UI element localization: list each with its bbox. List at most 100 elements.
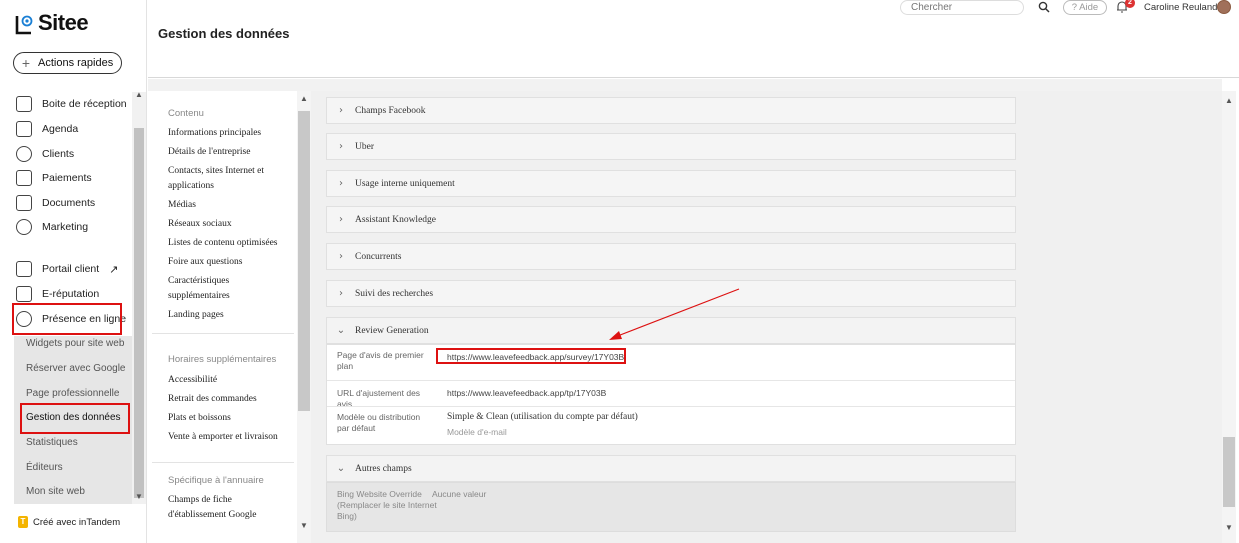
content-link[interactable]: Accessibilité (168, 373, 288, 388)
subitem-editors[interactable]: Éditeurs (26, 462, 63, 473)
external-link-icon: ↗ (109, 263, 119, 276)
notification-badge: 2 (1125, 0, 1135, 8)
content-nav: Contenu Informations principales Détails… (148, 91, 298, 543)
accordion-uber[interactable]: › Uber (326, 133, 1016, 160)
content-section-title: Spécifique à l'annuaire (168, 475, 264, 486)
intandem-icon: T (18, 516, 28, 528)
sidebar-item-marketing[interactable]: Marketing (16, 217, 88, 237)
chevron-down-icon: ⌄ (336, 325, 346, 336)
highlight-survey-url (436, 348, 626, 364)
content-link[interactable]: Médias (168, 198, 288, 213)
sidebar-item-label: Marketing (42, 221, 89, 233)
chevron-right-icon: › (339, 178, 343, 189)
subitem-statistics[interactable]: Statistiques (26, 437, 78, 448)
left-sidebar: Sitee + Actions rapides Boite de récepti… (0, 0, 147, 543)
scroll-up-icon[interactable]: ▲ (300, 94, 308, 103)
chevron-right-icon: › (339, 105, 343, 116)
made-with-intandem[interactable]: T Créé avec inTandem (18, 516, 120, 528)
avatar[interactable] (1217, 0, 1231, 14)
inbox-icon (16, 96, 32, 112)
sidebar-item-client-portal[interactable]: Portail client ↗ (16, 259, 118, 279)
main-panel: › Champs Facebook › Uber › Usage interne… (311, 91, 1222, 543)
chevron-right-icon: › (339, 288, 343, 299)
scroll-down-icon[interactable]: ▼ (1225, 523, 1233, 532)
field-value-link[interactable]: https://www.leavefeedback.app/tp/17Y03B (447, 388, 606, 398)
accordion-label: Review Generation (355, 325, 429, 336)
sidebar-scrollbar[interactable]: ▲ ▼ (132, 90, 146, 504)
annotation-arrow (609, 288, 740, 340)
logo-icon (15, 15, 33, 35)
accordion-other-fields[interactable]: ⌄ Autres champs (326, 455, 1016, 482)
field-label: Page d'avis de premier plan (337, 350, 424, 371)
review-generation-body: Page d'avis de premier plan https://www.… (326, 344, 1016, 445)
content-link[interactable]: Landing pages (168, 308, 288, 323)
content-section-title: Contenu (168, 108, 204, 119)
main-scroll-thumb[interactable] (1223, 437, 1235, 507)
sidebar-item-e-reputation[interactable]: E-réputation (16, 284, 99, 304)
accordion-knowledge-assistant[interactable]: › Assistant Knowledge (326, 206, 1016, 233)
page-title: Gestion des données (158, 26, 290, 41)
accordion-label: Assistant Knowledge (355, 214, 437, 225)
chevron-down-icon: ⌄ (336, 463, 346, 474)
content-link[interactable]: Contacts, sites Internet et applications (168, 164, 288, 194)
content-link[interactable]: Vente à emporter et livraison (168, 430, 288, 445)
section-divider (152, 462, 294, 463)
sidebar-scroll-thumb[interactable] (134, 128, 144, 498)
scroll-up-icon[interactable]: ▲ (1225, 96, 1233, 105)
field-value[interactable]: Aucune valeur (432, 489, 486, 499)
sidebar-item-clients[interactable]: Clients (16, 144, 74, 164)
accordion-competitors[interactable]: › Concurrents (326, 243, 1016, 270)
main-scrollbar[interactable]: ▲ ▼ (1222, 91, 1236, 543)
sidebar-item-label: Documents (42, 197, 96, 209)
target-icon (16, 219, 32, 235)
content-nav-scroll-thumb[interactable] (298, 111, 310, 411)
sidebar-item-documents[interactable]: Documents (16, 193, 95, 213)
content-link[interactable]: Réseaux sociaux (168, 217, 288, 232)
search-input[interactable] (900, 0, 1024, 15)
subitem-widgets[interactable]: Widgets pour site web (26, 338, 124, 349)
section-divider (152, 333, 294, 334)
row-divider (327, 380, 1015, 381)
other-fields-body: Bing Website Override (Remplacer le site… (326, 482, 1016, 532)
document-icon (16, 195, 32, 211)
user-name[interactable]: Caroline Reuland (1144, 2, 1217, 13)
field-label: Bing Website Override (Remplacer le site… (337, 489, 437, 521)
accordion-internal-use[interactable]: › Usage interne uniquement (326, 170, 1016, 197)
subitem-my-website[interactable]: Mon site web (26, 486, 85, 497)
header-band (148, 79, 1222, 91)
reputation-icon (16, 286, 32, 302)
search-icon[interactable] (1038, 1, 1050, 13)
scroll-down-icon[interactable]: ▼ (300, 521, 308, 530)
content-link[interactable]: Foire aux questions (168, 255, 288, 270)
scroll-up-icon[interactable]: ▲ (135, 90, 143, 99)
highlight-data-management (20, 403, 130, 434)
users-icon (16, 146, 32, 162)
accordion-facebook-fields[interactable]: › Champs Facebook (326, 97, 1016, 124)
chevron-right-icon: › (339, 251, 343, 262)
content-link[interactable]: Retrait des commandes (168, 392, 288, 407)
help-button[interactable]: ? Aide (1063, 0, 1107, 15)
chevron-right-icon: › (339, 141, 343, 152)
subitem-reserve-google[interactable]: Réserver avec Google (26, 363, 126, 374)
sidebar-item-payments[interactable]: Paiements (16, 168, 92, 188)
scroll-down-icon[interactable]: ▼ (135, 492, 143, 501)
content-link[interactable]: Listes de contenu optimisées (168, 236, 288, 251)
quick-actions-button[interactable]: + Actions rapides (13, 52, 122, 74)
sidebar-item-label: Boite de réception (42, 98, 127, 110)
subitem-business-page[interactable]: Page professionnelle (26, 388, 119, 399)
sidebar-item-inbox[interactable]: Boite de réception (16, 94, 127, 114)
calendar-icon (16, 121, 32, 137)
content-link[interactable]: Détails de l'entreprise (168, 145, 288, 160)
sidebar-item-label: Agenda (42, 123, 79, 135)
sidebar-item-agenda[interactable]: Agenda (16, 119, 78, 139)
content-link[interactable]: Plats et boissons (168, 411, 288, 426)
sidebar-item-label: Clients (42, 148, 75, 160)
content-link[interactable]: Informations principales (168, 126, 288, 141)
quick-actions-label: Actions rapides (38, 57, 114, 69)
logo[interactable]: Sitee (14, 10, 89, 36)
app-root: Sitee + Actions rapides Boite de récepti… (0, 0, 1239, 543)
content-link[interactable]: Caractéristiques supplémentaires (168, 274, 288, 304)
content-nav-scrollbar[interactable]: ▲ ▼ (297, 91, 311, 543)
field-value[interactable]: Simple & Clean (utilisation du compte pa… (447, 412, 638, 422)
content-link[interactable]: Champs de fiche d'établissement Google (168, 493, 268, 523)
